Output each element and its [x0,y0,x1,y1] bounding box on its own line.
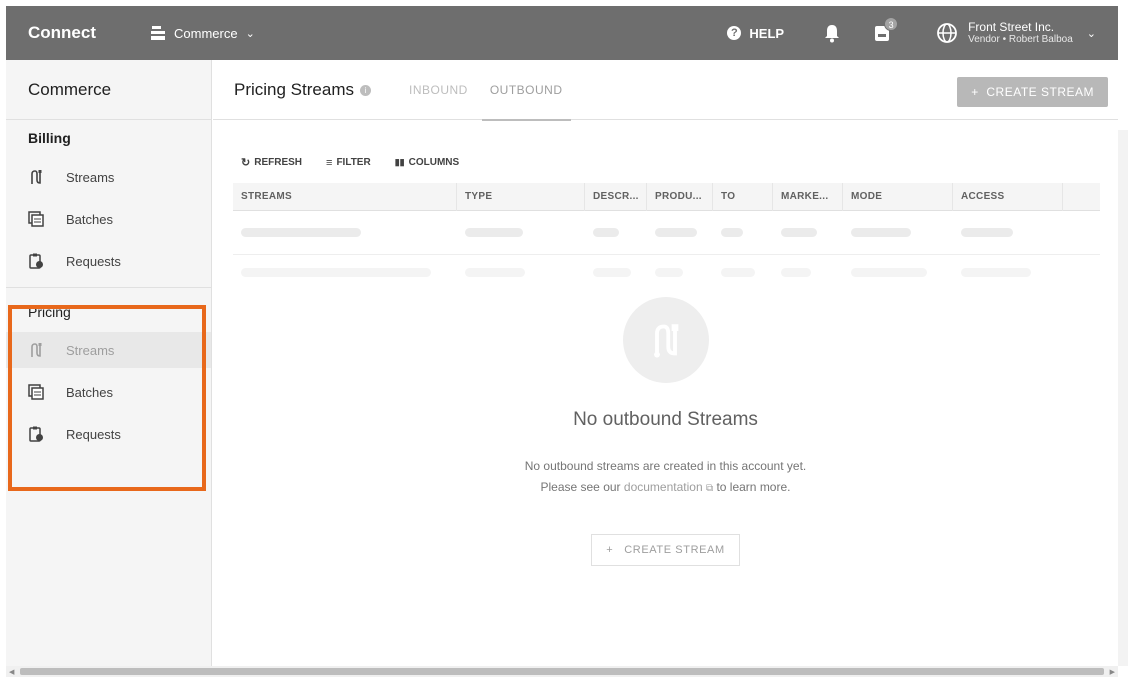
account-menu[interactable]: Front Street Inc. Vendor • Robert Balboa… [936,21,1096,45]
tab-bar: INBOUND OUTBOUND [409,60,585,121]
chevron-down-icon: ⌄ [1086,27,1096,40]
batches-icon [28,211,44,227]
account-role: Vendor • Robert Balboa [968,34,1073,45]
info-icon[interactable]: i [359,84,371,96]
cash-register-icon [151,26,165,40]
skeleton-bar [721,228,743,237]
page-title-text: Pricing Streams [234,79,354,99]
bell-icon[interactable] [822,22,842,44]
columns-label: COLUMNS [408,157,460,168]
module-switcher[interactable]: Commerce ⌄ [150,25,255,41]
sidebar-title: Commerce [6,60,211,120]
column-header-streams[interactable]: STREAMS [233,183,457,211]
skeleton-bar [465,228,523,237]
empty-state-icon-circle [622,297,709,383]
empty-state-text: No outbound streams are created in this … [213,456,1118,499]
create-stream-empty-label: CREATE STREAM [624,544,725,556]
refresh-button[interactable]: ↻ REFRESH [241,156,302,169]
module-label: Commerce [174,25,238,41]
help-label: HELP [749,25,785,41]
help-button[interactable]: ? HELP [727,26,784,41]
empty-state-line1: No outbound streams are created in this … [524,459,807,473]
notification-badge: 3 [884,17,899,31]
filter-button[interactable]: ≡ FILTER [326,156,371,169]
table-row-skeleton [233,255,1100,277]
create-stream-button-empty[interactable]: + CREATE STREAM [591,534,740,566]
globe-icon [937,23,957,43]
streams-icon [653,324,678,358]
skeleton-bar [961,268,1031,277]
sidebar-item-billing-requests[interactable]: Requests [6,243,211,279]
page-header: Pricing Streams i INBOUND OUTBOUND + CREA… [213,60,1118,121]
skeleton-bar [593,228,619,237]
column-header-access[interactable]: ACCESS [953,183,1063,211]
empty-state-line2: Please see our documentation ⧉ to learn … [213,477,1118,499]
pricing-highlight-box [8,305,206,491]
skeleton-bar [593,268,631,277]
sidebar-divider [6,287,211,288]
columns-button[interactable]: ▮▮ COLUMNS [395,156,459,169]
empty-state-title: No outbound Streams [573,409,758,430]
brand-logo[interactable]: Connect [28,23,150,43]
skeleton-bar [851,268,927,277]
refresh-icon: ↻ [241,157,251,169]
create-stream-button[interactable]: + CREATE STREAM [957,77,1108,107]
sidebar-item-label: Requests [66,253,121,269]
skeleton-bar [465,268,525,277]
skeleton-bar [655,268,683,277]
top-bar: Connect Commerce ⌄ ? HELP 3 Front Street… [6,6,1118,60]
documentation-link[interactable]: documentation ⧉ [624,480,713,494]
streams-table: STREAMS TYPE DESCR... PRODU... TO MARKE.… [233,183,1100,277]
requests-icon [29,253,43,269]
skeleton-bar [241,268,431,277]
create-stream-label: CREATE STREAM [986,85,1094,99]
sidebar-item-label: Streams [66,169,115,185]
empty-state: No outbound Streams No outbound streams … [213,297,1118,566]
streams-icon [31,170,42,184]
sidebar-section-billing: Billing [28,130,71,146]
column-header-product[interactable]: PRODU... [647,183,713,211]
content-area: ↻ REFRESH ≡ FILTER ▮▮ COLUMNS STREAMS TYPE … [213,120,1118,666]
empty-state-line2-prefix: Please see our [540,480,621,494]
table-toolbar: ↻ REFRESH ≡ FILTER ▮▮ COLUMNS [241,156,483,170]
column-header-mode[interactable]: MODE [843,183,953,211]
horizontal-scrollbar[interactable]: ◀ ▶ [6,666,1118,677]
vertical-scrollbar[interactable] [1118,130,1128,666]
sidebar-item-billing-streams[interactable]: Streams [6,159,211,195]
scroll-left-arrow-icon[interactable]: ◀ [9,668,14,676]
skeleton-bar [781,268,811,277]
scrollbar-thumb[interactable] [20,668,1104,675]
tab-outbound[interactable]: OUTBOUND [481,60,571,121]
columns-icon: ▮▮ [394,157,405,167]
external-link-icon: ⧉ [705,483,714,494]
account-name: Front Street Inc. [968,20,1055,34]
help-icon: ? [727,26,742,40]
skeleton-bar [241,228,361,237]
scroll-right-arrow-icon[interactable]: ▶ [1110,668,1115,676]
skeleton-bar [961,228,1013,237]
skeleton-bar [655,228,697,237]
sidebar-item-label: Batches [66,211,113,227]
column-header-description[interactable]: DESCR... [585,183,647,211]
notifications-button[interactable]: 3 [872,17,899,44]
tab-inbound[interactable]: INBOUND [409,60,468,120]
documentation-link-text: documentation [623,480,703,494]
chevron-down-icon: ⌄ [245,27,255,40]
column-header-type[interactable]: TYPE [457,183,585,211]
empty-state-line2-suffix: to learn more. [716,480,791,494]
skeleton-bar [721,268,755,277]
table-header: STREAMS TYPE DESCR... PRODU... TO MARKE.… [233,183,1100,211]
skeleton-bar [781,228,817,237]
sidebar-item-billing-batches[interactable]: Batches [6,201,211,237]
column-header-marketplace[interactable]: MARKE... [773,183,843,211]
column-header-to[interactable]: TO [713,183,773,211]
filter-icon: ≡ [326,156,333,169]
skeleton-bar [851,228,911,237]
main-panel: Pricing Streams i INBOUND OUTBOUND + CREA… [213,60,1118,666]
page-title: Pricing Streams i [234,80,371,100]
filter-label: FILTER [336,157,371,168]
table-row-skeleton [233,211,1100,255]
refresh-label: REFRESH [254,157,303,168]
